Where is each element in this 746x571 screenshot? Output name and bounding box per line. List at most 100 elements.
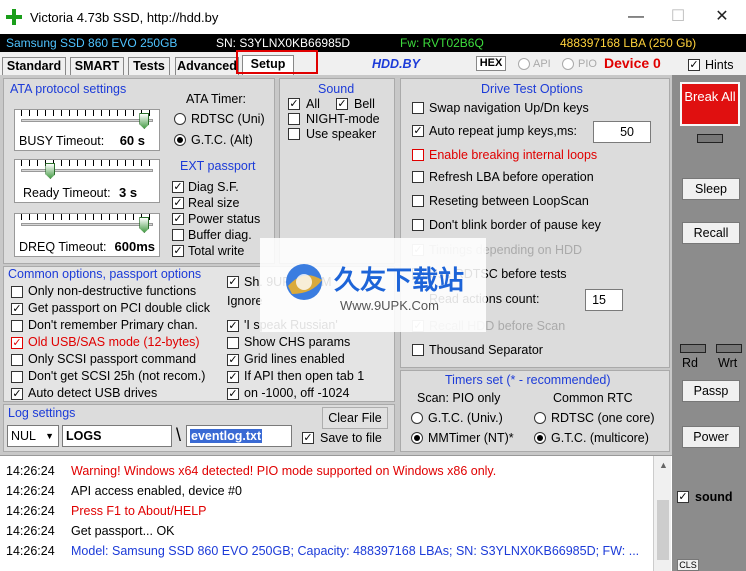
show-chs-checkbox[interactable] [227, 337, 239, 349]
api-open-tab-checkbox[interactable]: ✓ [227, 371, 239, 383]
ext-buffer-checkbox[interactable] [172, 229, 184, 241]
minimize-button[interactable]: — [622, 4, 650, 30]
rdtsc-radio[interactable] [174, 113, 186, 125]
night-mode-checkbox[interactable] [288, 113, 300, 125]
ata-timer-title: ATA Timer: [186, 92, 246, 106]
ext-realsize-checkbox[interactable]: ✓ [172, 197, 184, 209]
sound-bell-checkbox[interactable]: ✓ [336, 98, 348, 110]
dreq-thumb[interactable] [139, 217, 150, 233]
sound-label: sound [695, 490, 733, 504]
swap-nav-checkbox[interactable] [412, 102, 424, 114]
scroll-up-icon[interactable]: ▲ [659, 460, 668, 470]
busy-timeout-slider[interactable]: BUSY Timeout: 60 s [14, 109, 160, 151]
grid-lines-checkbox[interactable]: ✓ [227, 354, 239, 366]
ready-thumb[interactable] [45, 163, 56, 179]
device-label: Device 0 [604, 55, 661, 71]
log-message: Press F1 to About/HELP [71, 504, 207, 518]
break-all-button[interactable]: Break All [680, 82, 740, 126]
dont-get-scsi-checkbox[interactable] [11, 371, 23, 383]
gtc-multi-radio[interactable] [534, 432, 546, 444]
speak-russian-checkbox[interactable]: ✓ [227, 320, 239, 332]
pci-dblclick-checkbox[interactable]: ✓ [11, 303, 23, 315]
ext-power-checkbox[interactable]: ✓ [172, 213, 184, 225]
auto-repeat-checkbox[interactable]: ✓ [412, 125, 424, 137]
ata-protocol-panel: ATA protocol settings ATA Timer: RDTSC (… [3, 78, 275, 264]
recall-button[interactable]: Recall [682, 222, 740, 244]
watermark-url: Www.9UPK.Com [340, 298, 439, 313]
wrt-led [716, 344, 742, 353]
drive-model: Samsung SSD 860 EVO 250GB [6, 36, 178, 50]
rd-led [680, 344, 706, 353]
sleep-button[interactable]: Sleep [682, 178, 740, 200]
hints-checkbox[interactable]: ✓ [688, 59, 700, 71]
busy-thumb[interactable] [139, 113, 150, 129]
brand-label: HDD.BY [372, 57, 420, 71]
cls-button[interactable]: CLS [677, 559, 699, 571]
log-message: API access enabled, device #0 [71, 484, 242, 498]
dont-remember-checkbox[interactable] [11, 320, 23, 332]
tab-standard[interactable]: Standard [2, 57, 66, 75]
tab-smart[interactable]: SMART [70, 57, 124, 75]
sound-bell-label: Bell [354, 97, 375, 111]
passp-button[interactable]: Passp [682, 380, 740, 402]
ext-totalwrite-checkbox[interactable]: ✓ [172, 245, 184, 257]
ext-diag-checkbox[interactable]: ✓ [172, 181, 184, 193]
ignore-label: Ignore [227, 294, 263, 308]
gtc-radio[interactable] [174, 134, 186, 146]
hex-button[interactable]: HEX [476, 56, 506, 71]
use-speaker-checkbox[interactable] [288, 128, 300, 140]
api-radio[interactable] [518, 58, 530, 70]
refresh-lba-checkbox[interactable] [412, 171, 424, 183]
drive-lba: 488397168 LBA (250 Gb) [560, 36, 697, 50]
log-file-value: eventlog.txt [190, 429, 263, 443]
reseting-loopscan-checkbox[interactable] [412, 195, 424, 207]
sound-title: Sound [318, 82, 355, 96]
enable-breaking-checkbox[interactable] [412, 149, 424, 161]
dont-blink-checkbox[interactable] [412, 219, 424, 231]
pio-radio[interactable] [562, 58, 574, 70]
sound-all-label: All [306, 97, 320, 111]
log-row: 14:26:24 API access enabled, device #0 [6, 484, 242, 498]
auto-repeat-label: Auto repeat jump keys,ms: [429, 124, 577, 138]
ready-timeout-slider[interactable]: Ready Timeout: 3 s [14, 159, 160, 203]
log-settings-title: Log settings [8, 406, 76, 420]
sound-all-checkbox[interactable]: ✓ [288, 98, 300, 110]
log-folder-input[interactable]: LOGS [62, 425, 172, 447]
log-scrollbar[interactable]: ▲ [653, 456, 671, 571]
save-to-file-checkbox[interactable]: ✓ [302, 432, 314, 444]
clear-file-button[interactable]: Clear File [322, 407, 388, 429]
window-title: Victoria 4.73b SSD, http://hdd.by [30, 10, 219, 25]
nondestructive-checkbox[interactable] [11, 286, 23, 298]
auto-repeat-input[interactable]: 50 [593, 121, 651, 143]
read-actions-input[interactable]: 15 [585, 289, 623, 311]
auto-detect-usb-checkbox[interactable]: ✓ [11, 388, 23, 400]
thousand-sep-checkbox[interactable] [412, 344, 424, 356]
tab-tests[interactable]: Tests [128, 57, 170, 75]
sound-checkbox[interactable]: ✓ [677, 491, 689, 503]
show-checkbox[interactable]: ✓ [227, 276, 239, 288]
ready-value: 3 s [119, 185, 138, 200]
scroll-thumb[interactable] [657, 500, 669, 560]
rdtsc-one-radio[interactable] [534, 412, 546, 424]
timers-panel: Timers set (* - recommended) Scan: PIO o… [400, 370, 670, 452]
common-title: Common options, passport options [8, 267, 202, 281]
scsi-passport-checkbox[interactable] [11, 354, 23, 366]
busy-label: BUSY Timeout: [19, 134, 105, 148]
gtc-multi-label: G.T.C. (multicore) [551, 431, 649, 445]
show-chs-label: Show CHS params [244, 335, 351, 349]
maximize-button[interactable]: ☐ [664, 4, 692, 30]
status-led [697, 134, 723, 143]
old-usb-checkbox[interactable]: ✓ [11, 337, 23, 349]
close-button[interactable]: ✕ [708, 4, 736, 30]
gtc-univ-radio[interactable] [411, 412, 423, 424]
log-file-input[interactable]: eventlog.txt [186, 425, 292, 447]
on-off-checkbox[interactable]: ✓ [227, 388, 239, 400]
drive-info-bar: Samsung SSD 860 EVO 250GB SN: S3YLNX0KB6… [0, 34, 746, 52]
dreq-timeout-slider[interactable]: DREQ Timeout: 600ms [14, 213, 160, 257]
mmtimer-radio[interactable] [411, 432, 423, 444]
power-button[interactable]: Power [682, 426, 740, 448]
log-device-select[interactable]: NUL ▼ [7, 425, 59, 447]
watermark-globe-icon [286, 264, 322, 300]
tab-advanced[interactable]: Advanced [175, 57, 239, 75]
event-log[interactable]: 14:26:24 Warning! Windows x64 detected! P… [0, 455, 672, 571]
